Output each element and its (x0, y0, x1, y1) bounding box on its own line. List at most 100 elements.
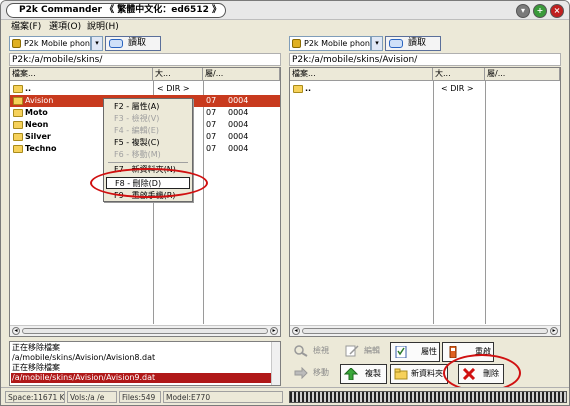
folder-icon (13, 97, 23, 105)
log-line: 正在移除檔案 (12, 343, 60, 352)
right-read-label: 讀取 (408, 38, 427, 48)
title-bar: P2k Commander 《 繁體中文化：ed6512 》 ▾ + × (1, 1, 569, 20)
chevron-down-icon[interactable]: ▾ (91, 36, 103, 51)
folder-icon (13, 133, 23, 141)
file-name: .. (25, 84, 32, 93)
left-read-button[interactable]: 讀取 (105, 36, 161, 51)
file-attr-code: 0004 (228, 108, 249, 117)
file-attr: 07 (206, 120, 217, 129)
right-read-button[interactable]: 讀取 (385, 36, 441, 51)
right-file-list[interactable]: 檔案... 大... 屬/... .. < DIR > ◂ ▸ (289, 67, 561, 337)
phone-restart-icon (449, 346, 457, 358)
status-files: Files:549 (119, 391, 161, 403)
scroll-right-icon[interactable]: ▸ (270, 327, 278, 335)
column-header-name[interactable]: 檔案... (10, 68, 153, 81)
phone-icon (292, 39, 301, 48)
menu-help[interactable]: 說明(H) (87, 21, 119, 34)
app-window: P2k Commander 《 繁體中文化：ed6512 》 ▾ + × 檔案(… (0, 0, 570, 406)
horizontal-scrollbar[interactable]: ◂ ▸ (290, 325, 560, 336)
magnifier-icon (294, 345, 308, 357)
right-device-select[interactable]: P2k Mobile phone (289, 36, 371, 51)
new-folder-button[interactable]: 新資料夾 (390, 364, 448, 384)
refresh-icon (389, 39, 403, 48)
log-line-current: /a/mobile/skins/Avision/Avision9.dat (11, 373, 278, 383)
view-label: 檢視 (313, 346, 329, 355)
file-size: < DIR > (157, 84, 190, 93)
arrow-right-icon (294, 367, 308, 379)
arrow-up-icon (344, 368, 358, 380)
edit-label: 編輯 (364, 346, 380, 355)
column-header-attr[interactable]: 屬/... (485, 68, 560, 81)
file-attr: 07 (206, 96, 217, 105)
horizontal-scrollbar[interactable]: ◂ ▸ (10, 325, 280, 336)
left-panel-toolbar: P2k Mobile phone ▾ 讀取 (9, 36, 281, 53)
scroll-left-icon[interactable]: ◂ (292, 327, 300, 335)
maximize-icon[interactable]: + (533, 4, 547, 18)
file-name: Neon (25, 120, 49, 129)
folder-up-icon (13, 85, 23, 93)
menu-item-move: F6 - 移動(M) (114, 150, 161, 159)
highlight-ellipse (90, 168, 208, 198)
menu-item-properties[interactable]: F2 - 屬性(A) (114, 101, 159, 113)
scroll-right-icon[interactable]: ▸ (550, 327, 558, 335)
list-item[interactable]: .. < DIR > (290, 83, 560, 95)
new-folder-label: 新資料夾 (411, 369, 443, 378)
properties-label: 屬性 (421, 347, 437, 356)
scroll-thumb[interactable] (22, 328, 268, 334)
scroll-left-icon[interactable]: ◂ (12, 327, 20, 335)
vertical-scrollbar[interactable] (271, 342, 280, 385)
status-model: Model:E770 (163, 391, 283, 403)
column-divider (485, 81, 486, 324)
menu-item-edit: F4 - 編輯(E) (114, 126, 159, 135)
menu-separator (108, 162, 188, 163)
right-path: P2k:/a/mobile/skins/Avision/ (289, 53, 561, 66)
properties-button[interactable]: 屬性 (390, 342, 440, 362)
folder-icon (13, 109, 23, 117)
status-bar: Space:11671 K Vols:/a /e Files:549 Model… (1, 387, 569, 405)
folder-icon (13, 145, 23, 153)
file-name: Avision (25, 96, 54, 105)
progress-bar (289, 391, 567, 403)
file-attr-code: 0004 (228, 132, 249, 141)
menu-bar: 檔案(F) 選項(O) 說明(H) (1, 20, 569, 35)
file-attr: 07 (206, 108, 217, 117)
file-size: < DIR > (441, 84, 474, 93)
file-attr-code: 0004 (228, 144, 249, 153)
move-label: 移動 (313, 368, 329, 377)
refresh-icon (109, 39, 123, 48)
column-header-name[interactable]: 檔案... (290, 68, 433, 81)
column-header-attr[interactable]: 屬/... (203, 68, 280, 81)
copy-button[interactable]: 複製 (340, 364, 387, 384)
file-attr: 07 (206, 144, 217, 153)
view-button: 檢視 (291, 342, 337, 362)
log-line: /a/mobile/skins/Avision/Avision8.dat (12, 353, 156, 362)
status-space: Space:11671 K (5, 391, 65, 403)
menu-options[interactable]: 選項(O) (49, 21, 81, 34)
folder-up-icon (293, 85, 303, 93)
file-name: Moto (25, 108, 48, 117)
file-name: .. (305, 84, 312, 93)
column-header-size[interactable]: 大... (433, 68, 485, 81)
minimize-icon[interactable]: ▾ (516, 4, 530, 18)
operation-log: 正在移除檔案 /a/mobile/skins/Avision/Avision8.… (9, 341, 281, 386)
folder-icon (13, 121, 23, 129)
close-icon[interactable]: × (550, 4, 564, 18)
checklist-icon (395, 346, 407, 358)
menu-item-view: F3 - 檢視(V) (114, 114, 160, 123)
file-name: Silver (25, 132, 51, 141)
column-header-size[interactable]: 大... (153, 68, 203, 81)
scroll-thumb[interactable] (302, 328, 548, 334)
menu-item-copy[interactable]: F5 - 複製(C) (114, 137, 160, 149)
copy-label: 複製 (365, 369, 381, 378)
right-panel-toolbar: P2k Mobile phone ▾ 讀取 (289, 36, 561, 53)
pencil-icon (345, 345, 359, 357)
list-item[interactable]: .. < DIR > (10, 83, 280, 95)
menu-file[interactable]: 檔案(F) (11, 21, 41, 34)
right-device-label: P2k Mobile phone (304, 39, 371, 48)
edit-button: 編輯 (342, 342, 388, 362)
left-device-select[interactable]: P2k Mobile phone (9, 36, 91, 51)
left-device-label: P2k Mobile phone (24, 39, 91, 48)
file-attr-code: 0004 (228, 96, 249, 105)
file-attr: 07 (206, 132, 217, 141)
chevron-down-icon[interactable]: ▾ (371, 36, 383, 51)
